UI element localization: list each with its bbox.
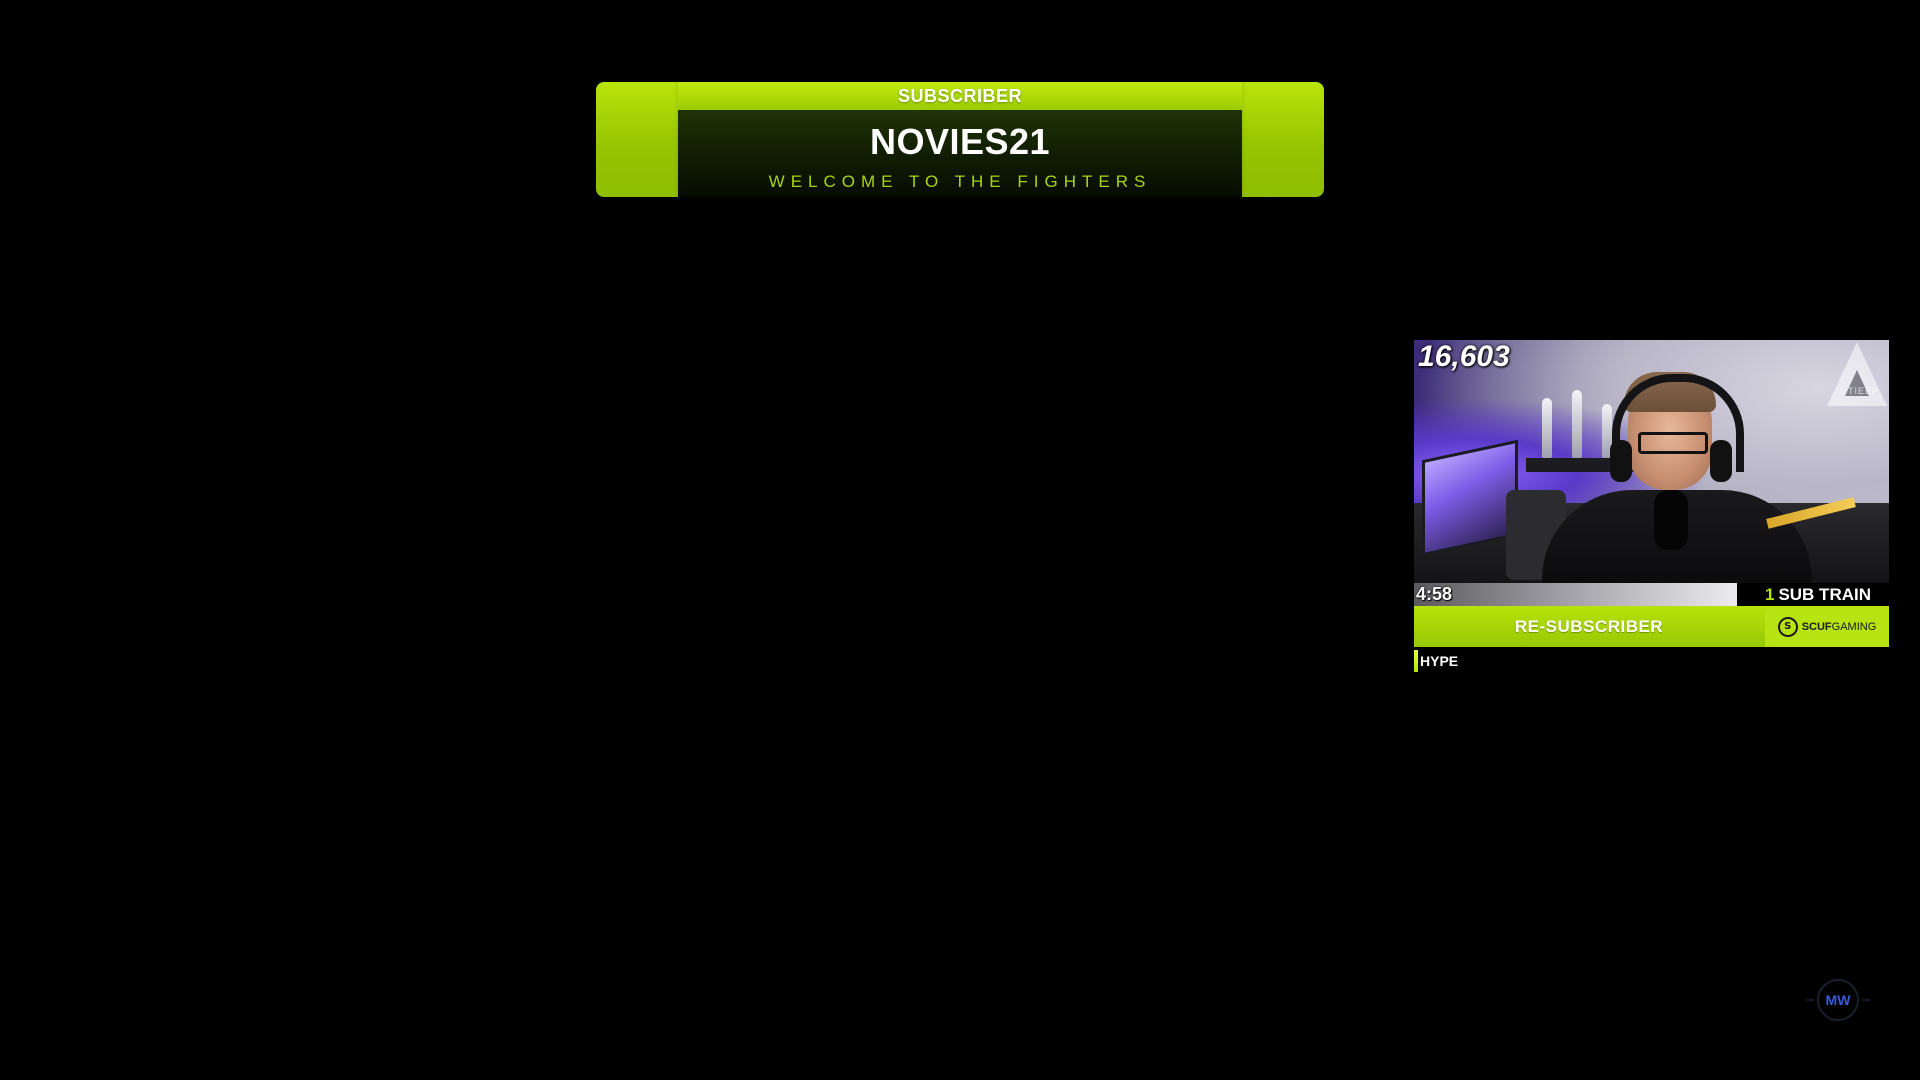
alert-body: NOVIES21 WELCOME TO THE FIGHTERS bbox=[678, 110, 1242, 197]
sub-train-bar: 4:58 1 SUB TRAIN bbox=[1414, 583, 1889, 606]
scuf-logo-icon: S bbox=[1777, 616, 1798, 637]
resubscriber-bar: RE-SUBSCRIBER S SCUFGAMING bbox=[1414, 606, 1889, 647]
monitor-prop bbox=[1422, 439, 1518, 557]
sponsor-badge: S SCUFGAMING bbox=[1765, 606, 1889, 647]
logo-text: TIEEP bbox=[1847, 386, 1879, 396]
sponsor-name: SCUFGAMING bbox=[1802, 621, 1877, 633]
headset-earcup-right bbox=[1710, 440, 1732, 482]
alert-right-wing bbox=[1232, 82, 1324, 197]
microphone bbox=[1654, 490, 1688, 550]
alert-tag: SUBSCRIBER bbox=[897, 86, 1022, 106]
sponsor-brand: SCUF bbox=[1801, 620, 1832, 633]
sub-train-timer: 4:58 bbox=[1416, 584, 1453, 604]
alert-top-bar: SUBSCRIBER bbox=[678, 82, 1242, 110]
sub-train-label: 1 SUB TRAIN bbox=[1765, 583, 1871, 606]
stream-overlay: SUBSCRIBER NOVIES21 WELCOME TO THE FIGHT… bbox=[0, 0, 1920, 1080]
viewer-count: 16,603 bbox=[1418, 340, 1510, 373]
glasses bbox=[1638, 432, 1708, 454]
webcam-feed: 16,603 TIEEP bbox=[1414, 340, 1889, 583]
hype-label: HYPE bbox=[1420, 653, 1459, 669]
sub-train-text: SUB TRAIN bbox=[1778, 585, 1871, 604]
trophy-prop bbox=[1542, 398, 1552, 458]
mw-watermark-icon: MW bbox=[1806, 979, 1870, 1021]
triangle-logo-icon bbox=[1827, 342, 1887, 406]
alert-message: WELCOME TO THE FIGHTERS bbox=[768, 172, 1152, 191]
resubscriber-label: RE-SUBSCRIBER bbox=[1514, 617, 1664, 636]
subscriber-name: NOVIES21 bbox=[869, 121, 1051, 162]
watermark-text: MW bbox=[1826, 992, 1852, 1008]
sub-train-progress bbox=[1414, 583, 1737, 606]
headset-earcup-left bbox=[1610, 440, 1632, 482]
trophy-prop bbox=[1572, 390, 1582, 458]
alert-left-wing bbox=[596, 82, 688, 197]
hype-bar bbox=[1414, 650, 1418, 672]
subscriber-alert: SUBSCRIBER NOVIES21 WELCOME TO THE FIGHT… bbox=[596, 82, 1324, 197]
sponsor-suffix: GAMING bbox=[1831, 620, 1877, 633]
sub-train-count: 1 bbox=[1764, 585, 1775, 604]
